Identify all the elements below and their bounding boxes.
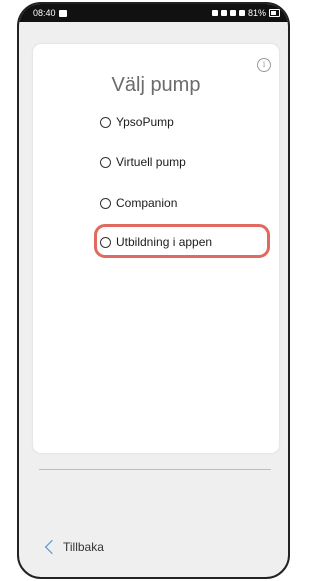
radio-button[interactable] bbox=[100, 156, 111, 168]
gallery-notification-icon bbox=[58, 9, 67, 17]
radio-button[interactable] bbox=[100, 116, 111, 128]
radio-button[interactable] bbox=[100, 236, 111, 248]
signal-icon bbox=[238, 10, 245, 16]
page-title: Välj pump bbox=[111, 74, 201, 96]
back-label: Tillbaka bbox=[63, 540, 104, 554]
volte-icon bbox=[229, 10, 236, 16]
divider bbox=[39, 469, 271, 470]
alarm-icon bbox=[211, 10, 218, 16]
phone-frame: 08:40 81% i Välj pump YpsoPump Virtuell … bbox=[17, 2, 290, 579]
battery-percent: 81% bbox=[247, 8, 266, 18]
radio-button[interactable] bbox=[100, 197, 111, 209]
battery-icon bbox=[269, 9, 280, 17]
mute-icon bbox=[220, 10, 227, 16]
option-label: Companion bbox=[116, 196, 178, 210]
option-label: Virtuell pump bbox=[116, 155, 186, 169]
status-time: 08:40 bbox=[33, 8, 56, 18]
chevron-left-icon bbox=[44, 539, 60, 555]
back-button[interactable]: Tillbaka bbox=[44, 539, 104, 555]
option-ypsopump[interactable]: YpsoPump bbox=[100, 115, 174, 129]
option-label: Utbildning i appen bbox=[116, 235, 213, 249]
status-bar: 08:40 81% bbox=[19, 4, 288, 22]
option-virtuell-pump[interactable]: Virtuell pump bbox=[100, 155, 186, 169]
info-icon[interactable]: i bbox=[257, 58, 271, 72]
pump-selection-card: i Välj pump YpsoPump Virtuell pump Compa… bbox=[33, 44, 279, 453]
option-utbildning-i-appen[interactable]: Utbildning i appen bbox=[100, 235, 212, 249]
option-label: YpsoPump bbox=[116, 115, 174, 129]
option-companion[interactable]: Companion bbox=[100, 196, 177, 210]
